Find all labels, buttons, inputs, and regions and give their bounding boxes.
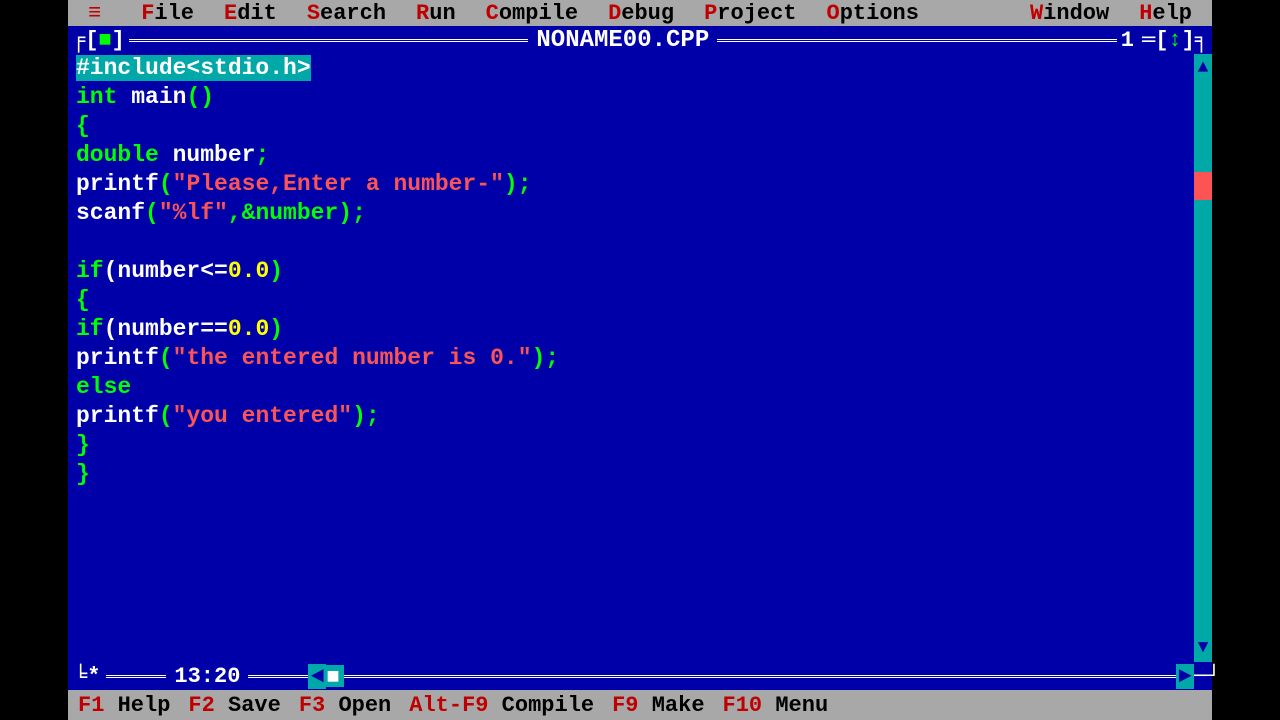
vertical-scrollbar[interactable]: ▲ ▼ — [1194, 54, 1212, 662]
status-help[interactable]: F1 Help — [78, 693, 170, 718]
window-bottom-frame: ╘* 13:20 ◄ ■ ► ─┘ — [68, 662, 1212, 690]
resize-corner-icon[interactable]: ╘* — [68, 664, 106, 689]
menu-run[interactable]: Run — [416, 1, 456, 26]
status-menu[interactable]: F10 Menu — [723, 693, 829, 718]
menu-compile[interactable]: Compile — [486, 1, 578, 26]
window-titlebar: ╒[■] NONAME00.CPP 1 ═[↕]╕ — [68, 26, 1212, 54]
statusbar: F1 Help F2 Save F3 Open Alt-F9 Compile F… — [68, 690, 1212, 720]
window-number: 1 — [1117, 28, 1138, 53]
status-compile[interactable]: Alt-F9 Compile — [409, 693, 594, 718]
editor-window: ╒[■] NONAME00.CPP 1 ═[↕]╕ #include<stdio… — [68, 26, 1212, 690]
status-open[interactable]: F3 Open — [299, 693, 391, 718]
scroll-track[interactable] — [1194, 82, 1212, 634]
scroll-thumb[interactable] — [1194, 172, 1212, 200]
menu-debug[interactable]: Debug — [608, 1, 674, 26]
status-make[interactable]: F9 Make — [612, 693, 704, 718]
close-box-icon[interactable]: ╒[■] — [68, 28, 129, 53]
cursor-position: 13:20 — [166, 664, 248, 689]
hscroll-right-icon[interactable]: ► — [1176, 664, 1194, 689]
menu-edit[interactable]: Edit — [224, 1, 277, 26]
ide-container: ≡ File Edit Search Run Compile Debug Pro… — [68, 0, 1212, 720]
menu-options[interactable]: Options — [827, 1, 919, 26]
hscroll-left-icon[interactable]: ◄ — [308, 664, 326, 689]
menu-file[interactable]: File — [141, 1, 194, 26]
menubar: ≡ File Edit Search Run Compile Debug Pro… — [68, 0, 1212, 26]
menu-window[interactable]: Window — [1030, 1, 1109, 26]
zoom-box-icon[interactable]: ═[↕]╕ — [1138, 28, 1212, 53]
hscroll-thumb[interactable]: ■ — [326, 665, 344, 687]
menu-help[interactable]: Help — [1139, 1, 1192, 26]
system-menu-icon[interactable]: ≡ — [88, 1, 101, 26]
menu-project[interactable]: Project — [704, 1, 796, 26]
window-title: NONAME00.CPP — [528, 27, 717, 54]
scroll-down-icon[interactable]: ▼ — [1194, 634, 1212, 662]
menu-search[interactable]: Search — [307, 1, 386, 26]
status-save[interactable]: F2 Save — [188, 693, 280, 718]
code-editor[interactable]: #include<stdio.h> int main() { double nu… — [76, 54, 1194, 662]
scroll-up-icon[interactable]: ▲ — [1194, 54, 1212, 82]
